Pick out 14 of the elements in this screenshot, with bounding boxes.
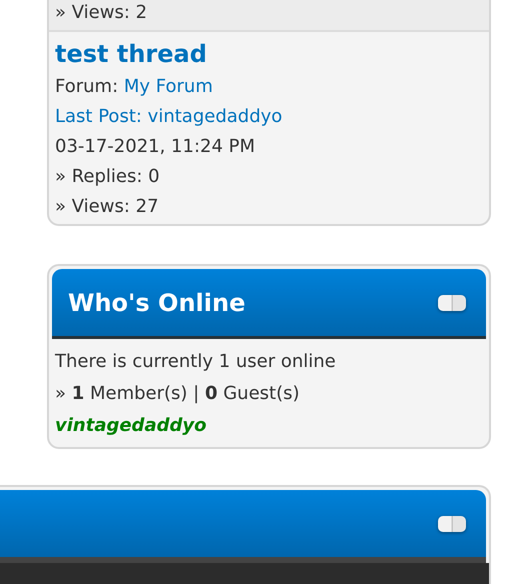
panel-title: Who's Online [68,288,246,316]
online-counts: » 1 Member(s) | 0 Guest(s) [55,382,301,406]
last-post-link[interactable]: Last Post: vintagedaddyo [55,104,483,130]
views-count: » Views: 27 [55,195,160,219]
forum-link[interactable]: My Forum [124,76,213,97]
collapse-button[interactable] [438,294,466,310]
member-link[interactable]: vintagedaddyo [55,411,483,441]
online-summary: There is currently 1 user online [55,350,337,374]
thread-title-link[interactable]: test thread [55,38,483,70]
post-date: 03-17-2021, 11:24 PM [55,135,256,159]
collapse-button[interactable] [438,516,466,532]
replies-count: » Replies: 0 [55,165,161,189]
views-count: » Views: 2 [55,1,148,25]
forum-label: Forum: [55,76,118,97]
